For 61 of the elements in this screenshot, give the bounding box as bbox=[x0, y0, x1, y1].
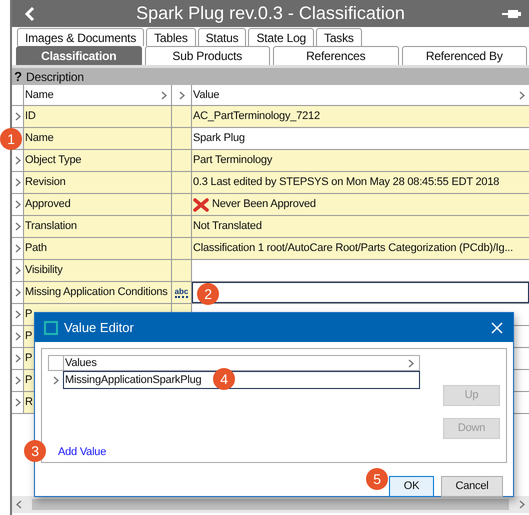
cross-icon bbox=[193, 198, 209, 212]
section-title: Description bbox=[25, 68, 84, 86]
window-icon bbox=[44, 320, 58, 334]
name-cell: Path bbox=[24, 238, 172, 259]
column-header[interactable]: Name bbox=[24, 85, 172, 105]
expand-icon bbox=[14, 244, 20, 253]
add-value-link[interactable]: Add Value bbox=[46, 444, 106, 460]
expand-icon bbox=[14, 178, 20, 187]
expand-icon bbox=[14, 354, 20, 363]
tab[interactable]: Tables bbox=[146, 28, 196, 46]
expand-icon bbox=[14, 288, 20, 297]
expand-icon bbox=[52, 376, 58, 384]
help-icon: ? bbox=[12, 70, 24, 83]
name-cell: Visibility bbox=[24, 260, 172, 281]
tab[interactable]: Classification bbox=[16, 46, 142, 65]
value-text: 0.3 Last edited by STEPSYS on Mon May 28 08:45:55 EDT 2018 bbox=[193, 175, 500, 190]
value-text: Classification 1 root/AutoCare Root/Parts Categorization (PCdb)/Ig... bbox=[193, 241, 514, 256]
horizontal-scrollbar[interactable] bbox=[12, 496, 529, 513]
close-icon[interactable] bbox=[490, 320, 504, 334]
window-title: Spark Plug rev.0.3 - Classification bbox=[135, 2, 406, 25]
tab[interactable]: Referenced By bbox=[402, 46, 527, 65]
dialog-button[interactable]: OK bbox=[389, 476, 434, 497]
name-cell: Object Type bbox=[24, 150, 172, 171]
name-cell: Missing Application Conditions bbox=[24, 282, 172, 303]
chevron-icon bbox=[408, 358, 414, 368]
value-text: Not Translated bbox=[193, 219, 262, 234]
expand-icon bbox=[14, 266, 20, 275]
name-cell: Revision bbox=[24, 172, 172, 193]
name-cell: ID bbox=[24, 106, 172, 127]
expand-icon bbox=[14, 112, 20, 121]
value-input[interactable] bbox=[192, 282, 529, 303]
expand-icon bbox=[14, 332, 20, 341]
expand-icon bbox=[14, 310, 20, 319]
name-cell: Translation bbox=[24, 216, 172, 237]
dialog-button[interactable]: Cancel bbox=[441, 476, 503, 497]
value-text: Part Terminology bbox=[193, 153, 272, 168]
expand-icon bbox=[14, 222, 20, 231]
scroll-right-icon bbox=[519, 500, 525, 509]
value-text: Never Been Approved bbox=[212, 197, 316, 212]
expand-icon bbox=[14, 376, 20, 385]
tab[interactable]: References bbox=[273, 46, 398, 65]
chevron-icon bbox=[519, 90, 525, 100]
step-badge: 1 bbox=[0, 128, 22, 150]
tab[interactable]: Sub Products bbox=[144, 46, 270, 65]
value-text: AC_PartTerminology_7212 bbox=[193, 109, 320, 124]
tab[interactable]: Tasks bbox=[316, 28, 362, 46]
chevron-icon bbox=[178, 90, 184, 100]
chevron-icon bbox=[161, 90, 167, 100]
tab[interactable]: State Log bbox=[248, 28, 314, 46]
expand-icon bbox=[14, 398, 20, 407]
expand-icon bbox=[14, 200, 20, 209]
name-cell: Name bbox=[24, 128, 172, 149]
tab[interactable]: Images & Documents bbox=[17, 28, 144, 46]
tab[interactable]: Status bbox=[198, 28, 246, 46]
expand-icon bbox=[14, 156, 20, 165]
scroll-left-icon bbox=[16, 500, 22, 509]
pin-icon[interactable] bbox=[501, 8, 521, 20]
name-cell: Approved bbox=[24, 194, 172, 215]
column-header[interactable]: Value bbox=[192, 85, 529, 105]
value-text: Spark Plug bbox=[193, 131, 245, 146]
back-icon bbox=[24, 6, 36, 22]
